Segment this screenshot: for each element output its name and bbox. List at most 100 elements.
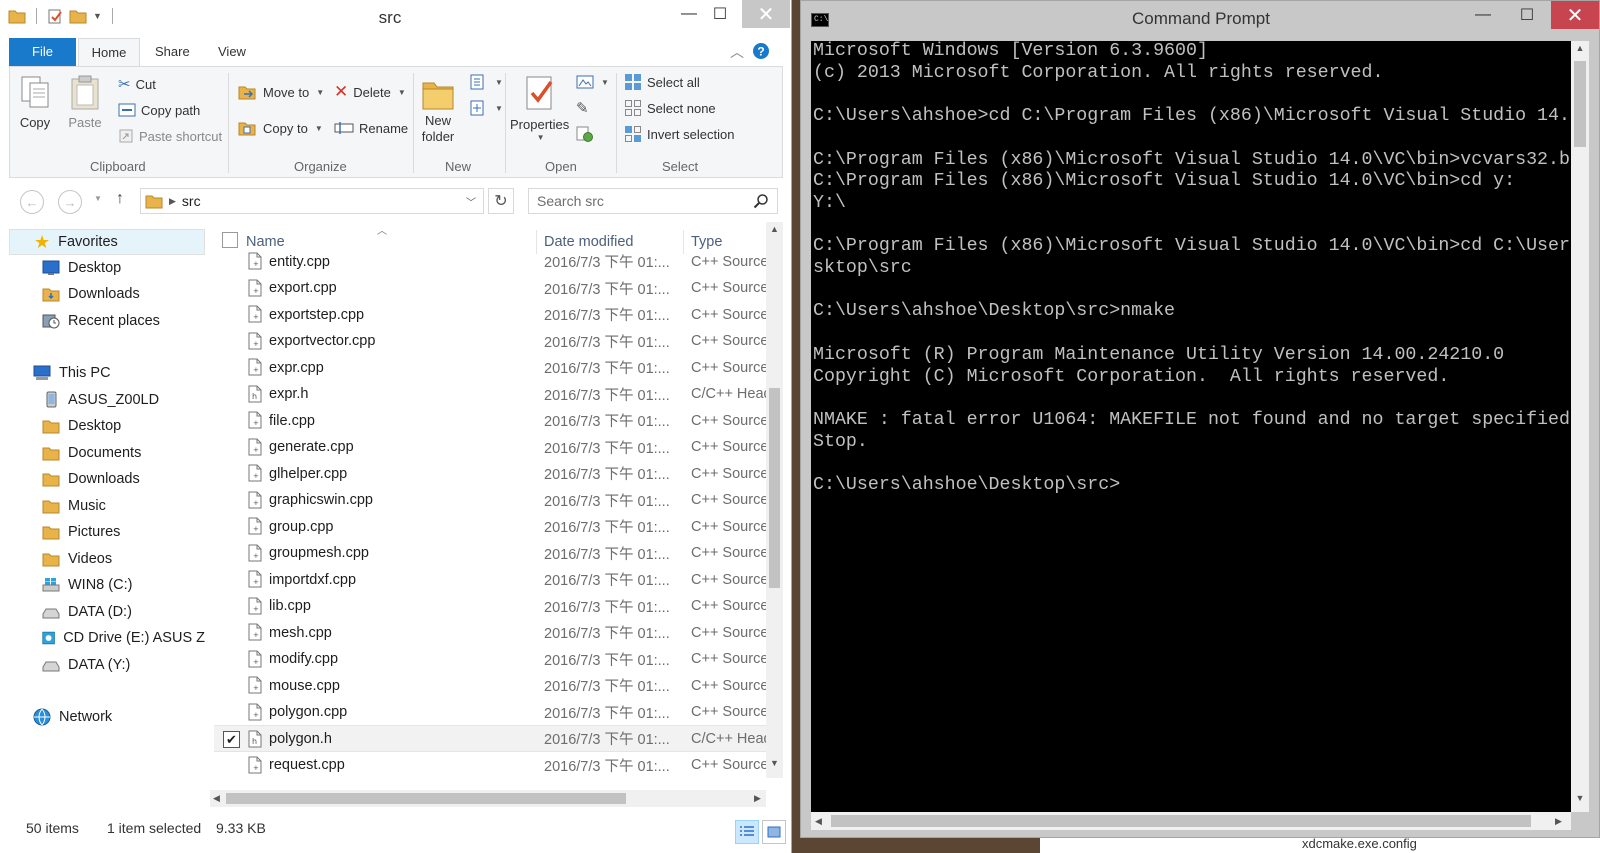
file-row[interactable]: + export.cpp 2016/7/3 下午 01:... C++ Source bbox=[214, 275, 766, 302]
scroll-up-icon[interactable]: ▲ bbox=[766, 224, 783, 234]
open-button[interactable]: ▼ bbox=[576, 71, 609, 93]
file-row[interactable]: + group.cpp 2016/7/3 下午 01:... C++ Source bbox=[214, 513, 766, 540]
file-row[interactable]: + lib.cpp 2016/7/3 下午 01:... C++ Source bbox=[214, 593, 766, 620]
move-to-button[interactable]: Move to ▼ bbox=[238, 81, 324, 103]
tab-view[interactable]: View bbox=[208, 38, 256, 66]
delete-button[interactable]: ✕ Delete ▼ bbox=[334, 81, 406, 103]
minimize-ribbon-button[interactable]: ︿ bbox=[730, 42, 744, 62]
nav-item-downloads[interactable]: Downloads bbox=[9, 281, 205, 307]
file-list-horizontal-scrollbar[interactable]: ◀ ▶ bbox=[210, 790, 766, 807]
select-all-button[interactable]: Select all bbox=[624, 71, 700, 93]
console-vertical-scrollbar[interactable]: ▲ ▼ bbox=[1571, 41, 1589, 812]
file-row[interactable]: + request.cpp 2016/7/3 下午 01:... C++ Source bbox=[214, 752, 766, 779]
details-view-button[interactable] bbox=[735, 820, 759, 844]
file-row[interactable]: + polygon.cpp 2016/7/3 下午 01:... C++ Source bbox=[214, 699, 766, 726]
easy-access-button[interactable]: ▼ bbox=[470, 97, 503, 119]
paste-button[interactable]: Paste bbox=[68, 73, 102, 131]
new-folder-button[interactable]: New folder bbox=[420, 73, 456, 145]
search-icon bbox=[753, 193, 769, 209]
console-output-area[interactable]: Microsoft Windows [Version 6.3.9600] (c)… bbox=[811, 41, 1571, 812]
nav-item-data-y[interactable]: DATA (Y:) bbox=[9, 652, 205, 678]
nav-item-favorites[interactable]: ★ Favorites bbox=[9, 229, 205, 255]
console-horizontal-scrollbar[interactable]: ◀ ▶ bbox=[811, 812, 1571, 830]
nav-item-desktop[interactable]: Desktop bbox=[9, 255, 205, 281]
maximize-button[interactable]: ☐ bbox=[700, 0, 740, 28]
file-row[interactable]: + mesh.cpp 2016/7/3 下午 01:... C++ Source bbox=[214, 619, 766, 646]
rename-button[interactable]: Rename bbox=[334, 117, 408, 139]
file-row[interactable]: ✔ h polygon.h 2016/7/3 下午 01:... C/C++ Heade… bbox=[214, 725, 766, 752]
file-row[interactable]: + exportstep.cpp 2016/7/3 下午 01:... C++ Sou… bbox=[214, 301, 766, 328]
nav-item-recent-places[interactable]: Recent places bbox=[9, 308, 205, 334]
cut-button[interactable]: ✂ Cut bbox=[118, 73, 156, 95]
nav-item-asus-phone[interactable]: ASUS_Z00LD bbox=[9, 387, 205, 413]
copy-to-button[interactable]: Copy to ▼ bbox=[238, 117, 323, 139]
minimize-button[interactable]: — bbox=[1461, 1, 1505, 29]
properties-button[interactable]: Properties ▼ bbox=[510, 73, 569, 142]
nav-item-pictures[interactable]: Pictures bbox=[9, 519, 205, 545]
nav-item-data-d[interactable]: DATA (D:) bbox=[9, 599, 205, 625]
scroll-right-icon[interactable]: ▶ bbox=[754, 790, 761, 807]
address-dropdown-button[interactable]: ﹀ bbox=[458, 188, 484, 214]
close-button[interactable]: ✕ bbox=[1551, 1, 1599, 29]
tab-share[interactable]: Share bbox=[145, 38, 200, 66]
nav-item-videos[interactable]: Videos bbox=[9, 546, 205, 572]
select-all-checkbox[interactable] bbox=[222, 232, 238, 248]
back-button[interactable]: ← bbox=[20, 190, 44, 214]
scroll-down-icon[interactable]: ▼ bbox=[1571, 793, 1589, 803]
file-name: generate.cpp bbox=[269, 439, 354, 455]
tab-file[interactable]: File bbox=[9, 38, 76, 66]
file-row[interactable]: + mouse.cpp 2016/7/3 下午 01:... C++ Source bbox=[214, 672, 766, 699]
scroll-down-icon[interactable]: ▼ bbox=[766, 758, 783, 768]
search-input[interactable]: Search src bbox=[528, 188, 778, 214]
file-row[interactable]: + entity.cpp 2016/7/3 下午 01:... C++ Source bbox=[214, 248, 766, 275]
large-icons-view-button[interactable] bbox=[762, 820, 786, 844]
scroll-right-icon[interactable]: ▶ bbox=[1555, 812, 1562, 830]
cpp-file-icon: + bbox=[247, 332, 263, 350]
file-row[interactable]: + expr.cpp 2016/7/3 下午 01:... C++ Source bbox=[214, 354, 766, 381]
select-none-button[interactable]: Select none bbox=[624, 97, 716, 119]
refresh-button[interactable]: ↻ bbox=[488, 188, 514, 214]
scroll-left-icon[interactable]: ◀ bbox=[213, 790, 220, 807]
nav-item-music[interactable]: Music bbox=[9, 493, 205, 519]
nav-item-cd-drive[interactable]: CD Drive (E:) ASUS Z bbox=[9, 625, 205, 651]
nav-item-downloads-pc[interactable]: Downloads bbox=[9, 466, 205, 492]
recent-locations-button[interactable]: ▼ bbox=[94, 194, 102, 203]
history-button[interactable] bbox=[576, 123, 594, 145]
scrollbar-thumb[interactable] bbox=[226, 793, 626, 804]
scrollbar-thumb[interactable] bbox=[831, 815, 1531, 827]
nav-item-win8-c[interactable]: WIN8 (C:) bbox=[9, 572, 205, 598]
nav-item-network[interactable]: Network bbox=[9, 704, 205, 730]
forward-button[interactable]: → bbox=[58, 190, 82, 214]
file-row[interactable]: + importdxf.cpp 2016/7/3 下午 01:... C++ Sour… bbox=[214, 566, 766, 593]
file-row[interactable]: + graphicswin.cpp 2016/7/3 下午 01:... C++ So… bbox=[214, 487, 766, 514]
file-row-checkbox[interactable]: ✔ bbox=[223, 731, 240, 748]
scroll-left-icon[interactable]: ◀ bbox=[815, 812, 822, 830]
tab-home[interactable]: Home bbox=[78, 38, 140, 66]
maximize-button[interactable]: ☐ bbox=[1505, 1, 1549, 29]
nav-item-this-pc[interactable]: This PC bbox=[9, 360, 205, 386]
address-bar[interactable]: ▶ src bbox=[140, 188, 484, 214]
scroll-up-icon[interactable]: ▲ bbox=[1571, 43, 1589, 53]
copy-button[interactable]: Copy bbox=[18, 73, 52, 131]
file-row[interactable]: h expr.h 2016/7/3 下午 01:... C/C++ Header bbox=[214, 381, 766, 408]
new-item-button[interactable]: ▼ bbox=[470, 71, 503, 93]
copy-path-button[interactable]: Copy path bbox=[118, 99, 200, 121]
file-row[interactable]: + generate.cpp 2016/7/3 下午 01:... C++ Sourc… bbox=[214, 434, 766, 461]
arrow-right-icon: → bbox=[63, 194, 77, 210]
help-button[interactable]: ? bbox=[752, 42, 770, 60]
file-row[interactable]: + file.cpp 2016/7/3 下午 01:... C++ Source bbox=[214, 407, 766, 434]
nav-item-desktop-pc[interactable]: Desktop bbox=[9, 413, 205, 439]
file-row[interactable]: + exportvector.cpp 2016/7/3 下午 01:... C++ S… bbox=[214, 328, 766, 355]
close-button[interactable]: ✕ bbox=[742, 0, 790, 28]
file-row[interactable]: + groupmesh.cpp 2016/7/3 下午 01:... C++ Sour… bbox=[214, 540, 766, 567]
file-row[interactable]: + glhelper.cpp 2016/7/3 下午 01:... C++ Sourc… bbox=[214, 460, 766, 487]
scrollbar-thumb[interactable] bbox=[769, 388, 780, 588]
file-row[interactable]: + modify.cpp 2016/7/3 下午 01:... C++ Source bbox=[214, 646, 766, 673]
invert-selection-button[interactable]: Invert selection bbox=[624, 123, 734, 145]
paste-shortcut-button[interactable]: Paste shortcut bbox=[118, 125, 222, 147]
edit-button[interactable]: ✎ bbox=[576, 97, 589, 119]
scrollbar-thumb[interactable] bbox=[1574, 61, 1586, 147]
up-button[interactable]: ↑ bbox=[116, 190, 124, 208]
file-list-vertical-scrollbar[interactable]: ▲ ▼ bbox=[766, 222, 783, 778]
nav-item-documents[interactable]: Documents bbox=[9, 440, 205, 466]
